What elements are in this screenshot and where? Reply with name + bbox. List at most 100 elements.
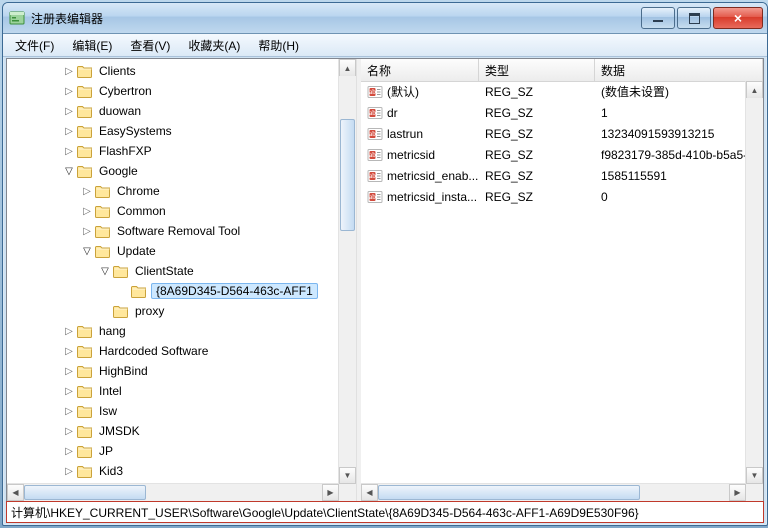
expand-toggle[interactable]: [61, 423, 77, 439]
expand-toggle[interactable]: [79, 203, 95, 219]
tree-node[interactable]: Cybertron: [7, 81, 339, 101]
tree-node[interactable]: Kid3: [7, 461, 339, 481]
tree-node-label: Common: [115, 203, 168, 219]
folder-icon: [77, 163, 93, 179]
expand-toggle[interactable]: [61, 463, 77, 479]
scroll-up-button[interactable]: ▲: [339, 59, 356, 76]
col-type[interactable]: 类型: [479, 59, 595, 81]
folder-icon: [95, 203, 111, 219]
scroll-down-button[interactable]: ▼: [746, 467, 763, 484]
tree-hscrollbar[interactable]: ◀ ▶: [7, 483, 339, 501]
menu-fav[interactable]: 收藏夹(A): [180, 35, 248, 56]
expand-toggle[interactable]: [61, 343, 77, 359]
folder-icon: [77, 83, 93, 99]
tree-node[interactable]: hang: [7, 321, 339, 341]
tree-node[interactable]: FlashFXP: [7, 141, 339, 161]
tree-node[interactable]: ClientState: [7, 261, 339, 281]
scroll-down-button[interactable]: ▼: [339, 467, 356, 484]
expand-toggle[interactable]: [61, 443, 77, 459]
tree-node[interactable]: EasySystems: [7, 121, 339, 141]
string-value-icon: [367, 84, 383, 100]
tree-vscrollbar[interactable]: ▲ ▼: [338, 59, 356, 484]
list-row[interactable]: drREG_SZ1: [361, 102, 746, 123]
tree-node[interactable]: Google: [7, 161, 339, 181]
expand-toggle[interactable]: [79, 223, 95, 239]
tree-node[interactable]: Chrome: [7, 181, 339, 201]
expand-toggle[interactable]: [79, 243, 95, 259]
expand-toggle[interactable]: [61, 363, 77, 379]
listview-header[interactable]: 名称 类型 数据: [361, 59, 763, 82]
expand-toggle[interactable]: [97, 263, 113, 279]
tree-node[interactable]: Common: [7, 201, 339, 221]
menubar: 文件(F) 编辑(E) 查看(V) 收藏夹(A) 帮助(H): [3, 34, 767, 57]
expand-toggle[interactable]: [61, 83, 77, 99]
expand-toggle[interactable]: [61, 143, 77, 159]
tree-node[interactable]: duowan: [7, 101, 339, 121]
value-data: f9823179-385d-410b-b5a5-: [601, 148, 746, 162]
listview-body[interactable]: (默认)REG_SZ(数值未设置)drREG_SZ1lastrunREG_SZ1…: [361, 81, 746, 484]
tree-node[interactable]: Update: [7, 241, 339, 261]
tree-node[interactable]: Intel: [7, 381, 339, 401]
tree-node[interactable]: HighBind: [7, 361, 339, 381]
statusbar: 计算机\HKEY_CURRENT_USER\Software\Google\Up…: [6, 501, 764, 523]
tree-node-label: Hardcoded Software: [97, 343, 210, 359]
list-hscroll-thumb[interactable]: [378, 485, 640, 500]
tree-node[interactable]: JP: [7, 441, 339, 461]
value-name: metricsid_enab...: [387, 169, 478, 183]
folder-icon: [131, 283, 147, 299]
scroll-left-button[interactable]: ◀: [7, 484, 24, 501]
menu-help[interactable]: 帮助(H): [250, 35, 307, 56]
value-type: REG_SZ: [485, 148, 533, 162]
menu-view[interactable]: 查看(V): [122, 35, 178, 56]
tree-vscroll-thumb[interactable]: [340, 119, 355, 231]
value-type: REG_SZ: [485, 190, 533, 204]
tree-node-label: JMSDK: [97, 423, 142, 439]
list-row[interactable]: metricsid_enab...REG_SZ1585115591: [361, 165, 746, 186]
expand-toggle[interactable]: [61, 123, 77, 139]
menu-file[interactable]: 文件(F): [7, 35, 62, 56]
list-row[interactable]: lastrunREG_SZ13234091593913215: [361, 123, 746, 144]
expand-toggle[interactable]: [79, 183, 95, 199]
scroll-left-button[interactable]: ◀: [361, 484, 378, 501]
tree-node[interactable]: Software Removal Tool: [7, 221, 339, 241]
tree-node-label: EasySystems: [97, 123, 174, 139]
maximize-button[interactable]: [677, 7, 711, 29]
folder-icon: [77, 123, 93, 139]
scroll-corner: [746, 484, 763, 501]
maximize-icon: [689, 13, 700, 24]
tree-node[interactable]: {8A69D345-D564-463c-AFF1: [7, 281, 339, 301]
titlebar[interactable]: 注册表编辑器 ×: [3, 3, 767, 34]
expand-toggle[interactable]: [61, 403, 77, 419]
tree-node[interactable]: JMSDK: [7, 421, 339, 441]
folder-icon: [77, 63, 93, 79]
tree-node[interactable]: Hardcoded Software: [7, 341, 339, 361]
list-hscrollbar[interactable]: ◀ ▶: [361, 483, 746, 501]
list-row[interactable]: (默认)REG_SZ(数值未设置): [361, 81, 746, 102]
expand-toggle[interactable]: [61, 383, 77, 399]
tree-node[interactable]: proxy: [7, 301, 339, 321]
tree-node-label: FlashFXP: [97, 143, 154, 159]
list-row[interactable]: metricsidREG_SZf9823179-385d-410b-b5a5-: [361, 144, 746, 165]
expand-toggle[interactable]: [61, 63, 77, 79]
scroll-up-button[interactable]: ▲: [746, 81, 763, 98]
scroll-right-button[interactable]: ▶: [729, 484, 746, 501]
tree-node-label: HighBind: [97, 363, 150, 379]
col-name[interactable]: 名称: [361, 59, 479, 81]
list-row[interactable]: metricsid_insta...REG_SZ0: [361, 186, 746, 207]
tree-hscroll-thumb[interactable]: [24, 485, 146, 500]
minimize-button[interactable]: [641, 7, 675, 29]
scroll-right-button[interactable]: ▶: [322, 484, 339, 501]
expand-toggle[interactable]: [61, 163, 77, 179]
expand-toggle[interactable]: [61, 103, 77, 119]
list-vscrollbar[interactable]: ▲ ▼: [745, 81, 763, 484]
close-icon: ×: [734, 10, 742, 26]
tree-node[interactable]: Isw: [7, 401, 339, 421]
close-button[interactable]: ×: [713, 7, 763, 29]
regedit-icon: [9, 10, 25, 26]
expand-toggle[interactable]: [61, 323, 77, 339]
tree-node[interactable]: Clients: [7, 61, 339, 81]
tree-node-label: Kid3: [97, 463, 125, 479]
registry-tree[interactable]: ClientsCybertronduowan EasySystems FlashFX…: [7, 59, 339, 484]
col-data[interactable]: 数据: [595, 59, 763, 81]
menu-edit[interactable]: 编辑(E): [64, 35, 120, 56]
